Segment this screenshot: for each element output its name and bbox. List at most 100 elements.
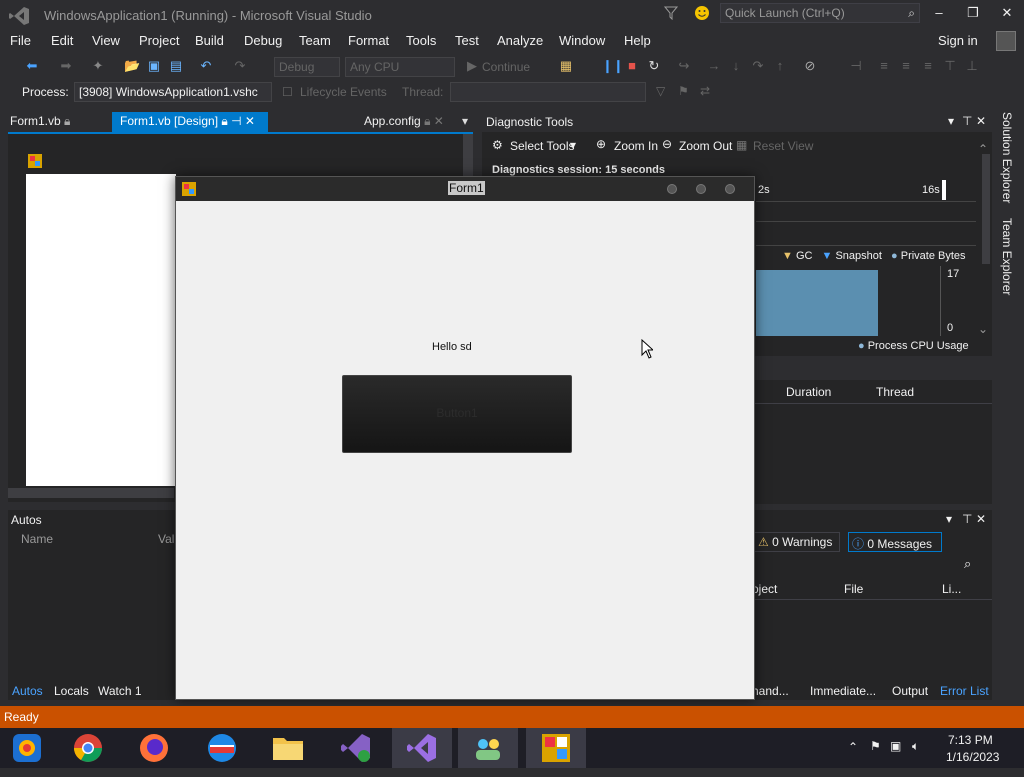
select-tools-button[interactable]: Select Tools <box>510 139 574 153</box>
filter-icon[interactable] <box>664 6 678 20</box>
form1-window[interactable]: Form1 Hello sd Button1 <box>175 176 755 700</box>
stop-debugging-icon[interactable]: ■ <box>624 58 640 74</box>
save-all-icon[interactable]: ▤ <box>168 58 184 74</box>
restore-button[interactable]: ❐ <box>964 5 982 23</box>
reset-view-button[interactable]: Reset View <box>753 139 813 153</box>
undo-icon[interactable]: ↶ <box>198 58 214 74</box>
panel-menu-chevron-down-icon[interactable]: ▾ <box>946 512 952 526</box>
diag-vertical-scrollbar[interactable] <box>982 154 990 264</box>
step-over-icon[interactable]: → <box>706 58 722 74</box>
timeline-ruler[interactable]: 2s 16s <box>756 180 976 202</box>
form1-maximize-button[interactable] <box>696 184 706 194</box>
sign-in-link[interactable]: Sign in <box>938 33 978 48</box>
zoom-out-button[interactable]: Zoom Out <box>679 139 732 153</box>
volume-icon[interactable]: 🔈︎ <box>912 739 919 754</box>
column-line[interactable]: Li... <box>942 582 961 596</box>
process-dropdown[interactable]: [3908] WindowsApplication1.vshc <box>74 82 272 102</box>
break-all-icon[interactable]: ❙❙ <box>602 58 624 74</box>
new-project-icon[interactable]: ✦ <box>90 58 106 74</box>
taskbar-file-explorer[interactable] <box>258 728 318 768</box>
minimize-button[interactable]: – <box>930 5 948 23</box>
panel-menu-chevron-down-icon[interactable]: ▾ <box>948 114 954 128</box>
column-project[interactable]: oject <box>752 582 777 596</box>
pin-icon[interactable]: ⊤ <box>962 512 972 526</box>
column-duration[interactable]: Duration <box>786 385 831 399</box>
tab-app-config[interactable]: App.config 🔒︎ ✕ <box>356 112 452 132</box>
close-panel-icon[interactable]: ✕ <box>976 512 986 526</box>
column-name[interactable]: Name <box>21 532 53 546</box>
menu-test[interactable]: Test <box>455 33 479 48</box>
process-icon[interactable]: ▦ <box>558 58 574 74</box>
open-file-icon[interactable]: 📂 <box>124 58 140 74</box>
solution-platform-dropdown[interactable]: Any CPU <box>345 57 455 77</box>
form1-minimize-button[interactable] <box>667 184 677 194</box>
column-thread[interactable]: Thread <box>876 385 914 399</box>
timeline-cursor[interactable] <box>942 180 946 200</box>
tab-command-window[interactable]: hand... <box>752 684 789 698</box>
taskbar-windows-application1[interactable] <box>526 728 586 768</box>
align-top-icon[interactable]: ⊤ <box>942 58 958 74</box>
tab-form1-design[interactable]: Form1.vb [Design] 🔒︎ ⊣ ✕ <box>112 112 268 132</box>
solution-explorer-tab[interactable]: Solution Explorer <box>1000 112 1014 203</box>
column-file[interactable]: File <box>844 582 863 596</box>
menu-view[interactable]: View <box>92 33 120 48</box>
warnings-filter-button[interactable]: ⚠ 0 Warnings <box>754 532 840 552</box>
taskbar-vs-installer[interactable] <box>326 728 386 768</box>
swap-threads-icon[interactable]: ⇄ <box>700 84 710 98</box>
align-center-icon[interactable]: ≡ <box>898 58 914 74</box>
clock-time[interactable]: 7:13 PM <box>948 733 993 747</box>
forward-icon[interactable]: ➡ <box>58 58 74 74</box>
taskbar-app-8[interactable] <box>458 728 518 768</box>
menu-analyze[interactable]: Analyze <box>497 33 543 48</box>
quick-launch-input[interactable]: Quick Launch (Ctrl+Q) ⌕ <box>720 3 920 23</box>
step-into-icon[interactable]: ↓ <box>728 58 744 74</box>
menu-help[interactable]: Help <box>624 33 651 48</box>
close-tab-icon[interactable]: ✕ <box>245 114 255 128</box>
tab-watch-1[interactable]: Watch 1 <box>98 684 142 698</box>
taskbar-app-4[interactable] <box>192 728 252 768</box>
close-tab-icon[interactable]: ✕ <box>434 114 444 128</box>
tab-form1-vb[interactable]: Form1.vb 🔒︎ <box>2 112 78 132</box>
solution-configuration-dropdown[interactable]: Debug <box>274 57 340 77</box>
close-panel-icon[interactable]: ✕ <box>976 114 986 128</box>
flag-icon[interactable]: ⚑ <box>870 739 881 753</box>
redo-icon[interactable]: ↷ <box>232 58 248 74</box>
toolbar-more-icon[interactable]: ⊣ <box>848 58 864 74</box>
close-button[interactable]: ✕ <box>998 5 1016 23</box>
thread-dropdown[interactable] <box>450 82 646 102</box>
step-out-icon[interactable]: ↷ <box>750 58 766 74</box>
menu-edit[interactable]: Edit <box>51 33 73 48</box>
menu-project[interactable]: Project <box>139 33 179 48</box>
scroll-down-chevron-icon[interactable]: ⌄ <box>978 322 988 336</box>
button1[interactable]: Button1 <box>342 375 572 453</box>
search-error-list-icon[interactable]: ⌕ <box>964 556 971 572</box>
column-value[interactable]: Val <box>158 532 174 546</box>
menu-window[interactable]: Window <box>559 33 605 48</box>
tab-overflow-chevron-down-icon[interactable]: ▾ <box>462 114 468 128</box>
menu-tools[interactable]: Tools <box>406 33 436 48</box>
team-explorer-tab[interactable]: Team Explorer <box>1000 218 1014 295</box>
account-avatar-icon[interactable] <box>996 31 1016 51</box>
tab-error-list[interactable]: Error List <box>940 684 989 698</box>
horizontal-scrollbar[interactable] <box>8 488 174 498</box>
form1-close-button[interactable] <box>725 184 735 194</box>
save-icon[interactable]: ▣ <box>146 58 162 74</box>
menu-team[interactable]: Team <box>299 33 331 48</box>
menu-format[interactable]: Format <box>348 33 389 48</box>
pin-icon[interactable]: ⊤ <box>962 114 972 128</box>
clock-date[interactable]: 1/16/2023 <box>946 750 999 764</box>
pin-icon[interactable]: ⊣ <box>231 114 241 128</box>
back-icon[interactable]: ⬅ <box>24 58 40 74</box>
taskbar-chrome[interactable] <box>58 728 118 768</box>
tab-autos[interactable]: Autos <box>12 684 43 698</box>
menu-debug[interactable]: Debug <box>244 33 282 48</box>
network-icon[interactable]: ▣ <box>890 739 901 753</box>
form1-title-bar[interactable]: Form1 <box>176 177 754 201</box>
menu-build[interactable]: Build <box>195 33 224 48</box>
designer-form-preview[interactable] <box>26 174 176 486</box>
taskbar-app-1[interactable] <box>0 728 54 768</box>
tab-output[interactable]: Output <box>892 684 928 698</box>
continue-button[interactable]: Continue <box>482 60 530 74</box>
align-middle-icon[interactable]: ⊥ <box>964 58 980 74</box>
filter-threads-icon[interactable]: ▽ <box>656 84 665 98</box>
